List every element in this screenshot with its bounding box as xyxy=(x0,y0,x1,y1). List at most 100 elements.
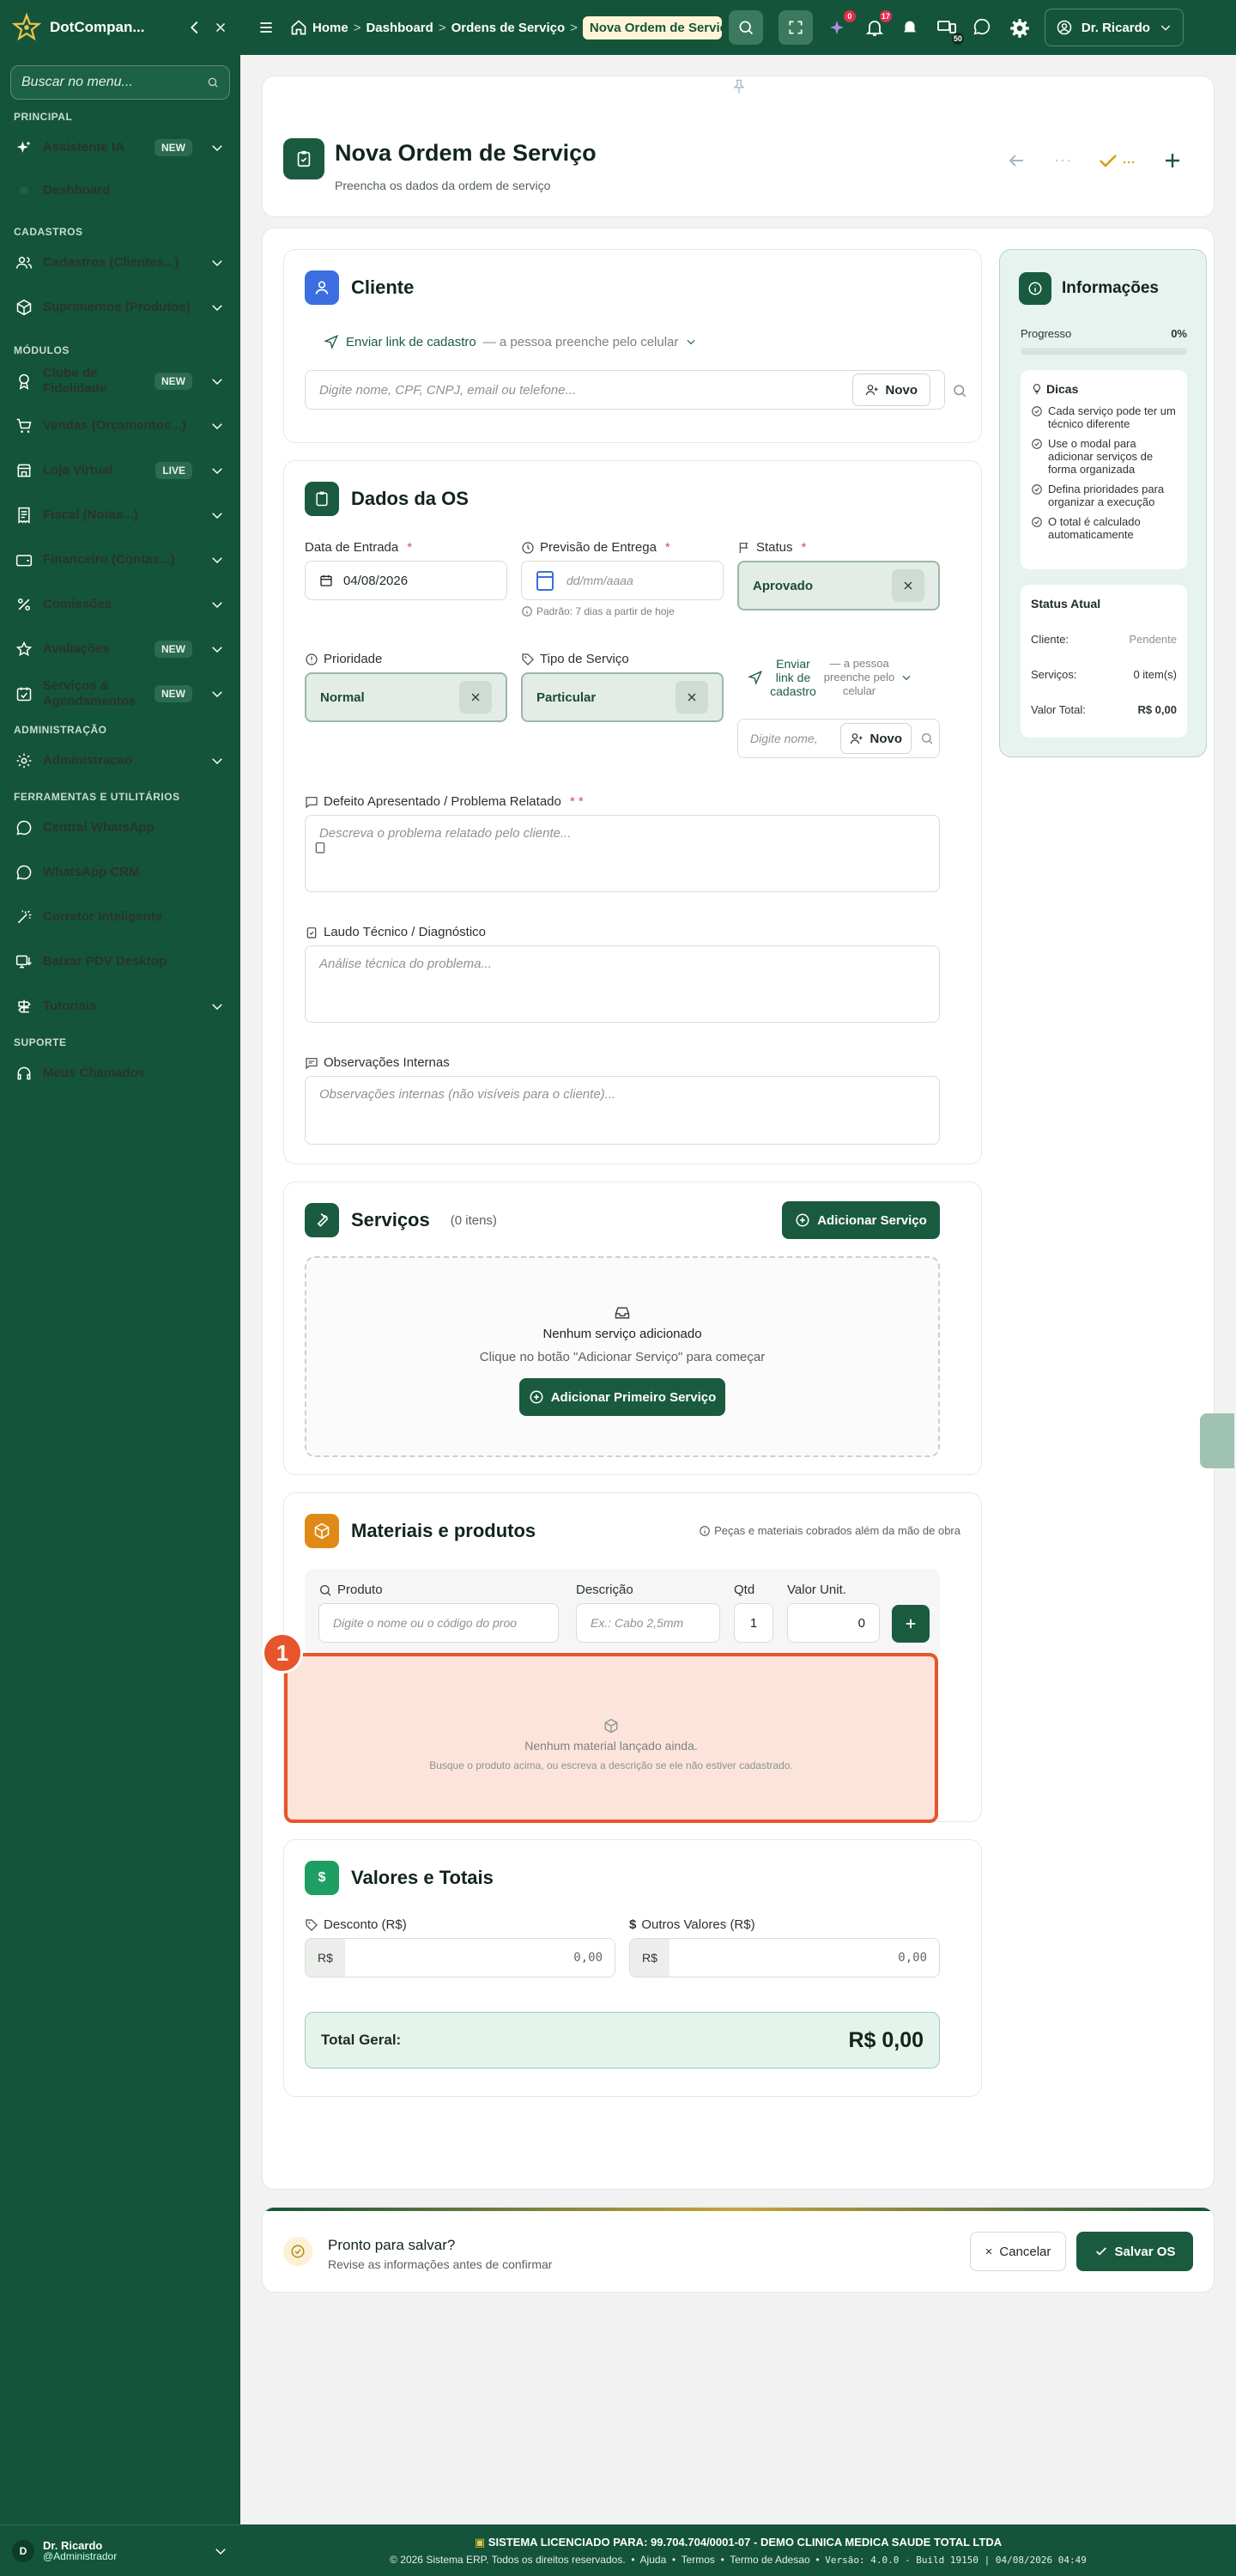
check-save-icon[interactable] xyxy=(1099,150,1136,171)
status-row-servicos: Serviços: 0 item(s) xyxy=(1031,668,1177,681)
floating-side-tab[interactable] xyxy=(1200,1413,1234,1468)
cart-icon xyxy=(15,417,33,434)
sidebar-item-vendas[interactable]: Vendas (Orçamentos...) xyxy=(0,404,240,448)
defeito-textarea[interactable]: Descreva o problema relatado pelo client… xyxy=(305,815,940,892)
close-icon[interactable] xyxy=(213,20,228,35)
collapse-sidebar-icon[interactable] xyxy=(185,18,204,37)
pin-icon[interactable] xyxy=(730,78,748,95)
save-button[interactable]: Salvar OS xyxy=(1076,2232,1193,2271)
sidebar-item-whatsapp-central[interactable]: Central WhatsApp xyxy=(0,805,240,850)
sparkles-icon xyxy=(15,139,33,156)
sidebar-item-assistente[interactable]: Assistente IA NEW xyxy=(0,125,240,170)
tech-send-link-label: Enviar link de cadastro xyxy=(770,657,816,698)
settings-button[interactable] xyxy=(1009,17,1029,38)
sidebar-item-comissoes[interactable]: Comissões xyxy=(0,582,240,627)
add-material-button[interactable] xyxy=(892,1605,930,1643)
tipo-select[interactable]: Particular xyxy=(521,672,724,722)
more-dots-icon[interactable] xyxy=(1052,150,1073,171)
footer-link-ajuda[interactable]: Ajuda xyxy=(640,2554,667,2566)
valor-value: 0 xyxy=(857,1615,865,1631)
breadcrumb-ordens[interactable]: Ordens de Serviço xyxy=(451,21,566,35)
outros-input[interactable]: R$ 0,00 xyxy=(629,1938,940,1978)
valor-input[interactable]: 0 xyxy=(787,1603,880,1643)
alerts-button[interactable] xyxy=(900,17,921,38)
sidebar-item-pdv[interactable]: Baixar PDV Desktop xyxy=(0,939,240,984)
breadcrumb-dashboard[interactable]: Dashboard xyxy=(366,21,433,35)
box-icon xyxy=(15,299,33,316)
apps-button[interactable]: 50 xyxy=(936,17,964,45)
footer-link-termos[interactable]: Termos xyxy=(682,2554,715,2566)
cancel-button[interactable]: × Cancelar xyxy=(970,2232,1066,2271)
whatsapp-button[interactable] xyxy=(972,17,993,38)
tip-text: Defina prioridades para organizar a exec… xyxy=(1048,483,1165,508)
dollar-icon: $ xyxy=(629,1917,637,1932)
entrada-date-input[interactable]: 04/08/2026 xyxy=(305,561,507,600)
sidebar-item-tutoriais[interactable]: Tutoriais xyxy=(0,984,240,1029)
sidebar-item-suprimentos[interactable]: Suprimentos (Produtos) xyxy=(0,285,240,330)
fullscreen-button[interactable] xyxy=(778,10,813,45)
sidebar-item-loja[interactable]: Loja Virtual LIVE xyxy=(0,448,240,493)
breadcrumb-home[interactable]: Home xyxy=(312,21,348,35)
notifications-button[interactable]: 17 xyxy=(864,10,892,38)
global-search-button[interactable] xyxy=(728,10,763,45)
send-link-row[interactable]: Enviar link de cadastro — a pessoa preen… xyxy=(324,334,697,349)
wallet-icon xyxy=(15,551,33,568)
footer-separator: • xyxy=(813,2554,826,2566)
search-icon[interactable] xyxy=(207,75,219,90)
sidebar-item-dashboard[interactable]: Dashboard xyxy=(0,170,240,211)
home-icon[interactable] xyxy=(290,19,307,36)
footer-link-adesao[interactable]: Termo de Adesao xyxy=(730,2554,809,2566)
previsao-date-input[interactable]: dd/mm/aaaa xyxy=(521,561,724,600)
prioridade-select[interactable]: Normal xyxy=(305,672,507,722)
tech-send-link-row[interactable]: Enviar link de cadastro — a pessoa preen… xyxy=(748,657,919,698)
sidebar-item-servicos[interactable]: Serviços & Agendamentos NEW xyxy=(0,671,240,716)
close-icon xyxy=(469,690,482,704)
desconto-input[interactable]: R$ 0,00 xyxy=(305,1938,615,1978)
add-first-service-button[interactable]: Adicionar Primeiro Serviço xyxy=(519,1378,725,1416)
ai-sparkle-button[interactable]: 0 xyxy=(828,10,856,38)
sidebar-item-financeiro[interactable]: Financeiro (Contas...) xyxy=(0,538,240,582)
search-icon[interactable] xyxy=(920,732,934,745)
chevron-down-icon xyxy=(1159,21,1172,34)
new-client-button[interactable]: Novo xyxy=(851,374,930,406)
clear-tipo-button[interactable] xyxy=(676,681,708,714)
add-service-button[interactable]: Adicionar Serviço xyxy=(782,1201,940,1239)
plus-icon[interactable] xyxy=(1162,150,1183,171)
laudo-textarea[interactable]: Análise técnica do problema... xyxy=(305,945,940,1023)
material-entry-row: Produto Digite o nome ou o código do pro… xyxy=(305,1569,940,1658)
tech-search-field[interactable]: Digite nome, Novo xyxy=(737,719,940,758)
clear-prioridade-button[interactable] xyxy=(459,681,492,714)
chevron-down-icon xyxy=(209,374,225,389)
descricao-input[interactable]: Ex.: Cabo 2,5mm xyxy=(576,1603,720,1643)
info-icon xyxy=(521,605,533,617)
client-search-field[interactable]: Digite nome, CPF, CNPJ, email ou telefon… xyxy=(305,370,945,410)
qtd-label: Qtd xyxy=(734,1583,755,1597)
sidebar-item-label: Assistente IA xyxy=(43,140,125,155)
sidebar-item-administracao[interactable]: Administracao xyxy=(0,738,240,783)
clear-status-button[interactable] xyxy=(892,569,924,602)
produto-input[interactable]: Digite o nome ou o código do proo xyxy=(318,1603,559,1643)
sidebar-item-corretor[interactable]: Corretor Inteligente xyxy=(0,895,240,939)
sidebar-item-avaliacoes[interactable]: Avaliações NEW xyxy=(0,627,240,671)
clipboard-icon xyxy=(294,149,313,168)
sidebar-item-label: Tutoriais xyxy=(43,999,97,1013)
sidebar-search-input[interactable] xyxy=(21,75,200,90)
sidebar-item-whatsapp-crm[interactable]: WhatsApp CRM xyxy=(0,850,240,895)
sidebar-user[interactable]: D Dr. Ricardo @Administrador xyxy=(0,2524,240,2576)
obs-textarea[interactable]: Observações internas (não visíveis para … xyxy=(305,1076,940,1145)
search-icon[interactable] xyxy=(952,383,967,398)
chevron-down-icon xyxy=(209,140,225,155)
sidebar-item-fidelidade[interactable]: Clube de Fidelidade NEW xyxy=(0,359,240,404)
user-menu-button[interactable]: Dr. Ricardo xyxy=(1044,9,1184,46)
chevron-down-icon xyxy=(209,597,225,612)
sidebar-item-fiscal[interactable]: Fiscal (Notas...) xyxy=(0,493,240,538)
section-administracao: ADMINISTRAÇÃO xyxy=(14,724,107,736)
menu-icon[interactable] xyxy=(258,19,275,36)
sidebar-item-chamados[interactable]: Meus Chamados xyxy=(0,1051,240,1096)
qtd-input[interactable]: 1 xyxy=(734,1603,773,1643)
status-select[interactable]: Aprovado xyxy=(737,561,940,611)
page-title: Nova Ordem de Serviço xyxy=(335,140,597,166)
back-arrow-icon[interactable] xyxy=(1006,150,1027,171)
new-tech-button[interactable]: Novo xyxy=(839,723,912,754)
sidebar-item-cadastros[interactable]: Cadastros (Clientes...) xyxy=(0,240,240,285)
